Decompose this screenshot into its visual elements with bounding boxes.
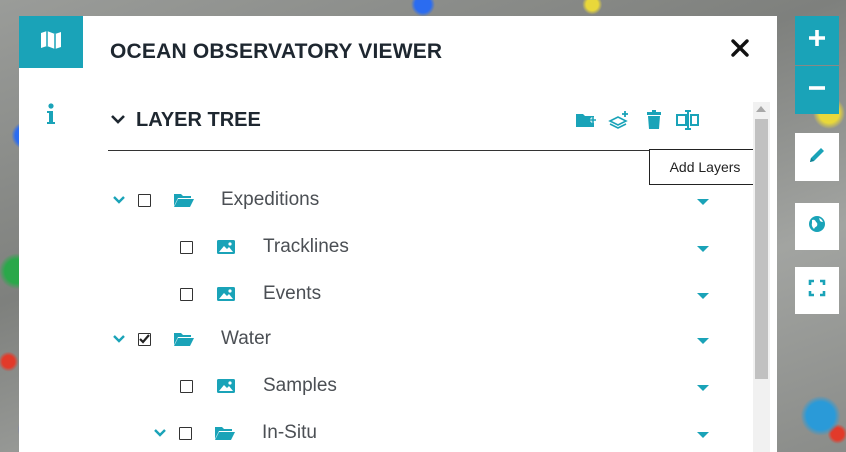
side-rail [19, 16, 83, 452]
zoom-in-button[interactable] [795, 16, 839, 65]
folder-open-icon [173, 330, 195, 348]
row-menu-caret[interactable] [697, 338, 709, 344]
tree-row-label: In-Situ [262, 422, 317, 443]
info-icon [46, 102, 56, 130]
chevron-down-icon [110, 112, 126, 130]
fullscreen-button[interactable] [795, 267, 839, 314]
fullscreen-icon [808, 279, 826, 302]
globe-icon [807, 214, 827, 239]
tree-row-label: Tracklines [263, 236, 349, 257]
pencil-icon [807, 145, 827, 170]
tree-row-label: Samples [263, 375, 337, 396]
zoom-out-button[interactable] [795, 66, 839, 114]
scroll-thumb[interactable] [755, 119, 768, 379]
zoom-in-icon [807, 28, 827, 53]
layer-panel: OCEAN OBSERVATORY VIEWER LAYER TREE Add … [83, 16, 777, 452]
tree-row-events[interactable]: Events [180, 279, 321, 309]
image-layer-icon [215, 285, 237, 303]
chevron-down-icon[interactable] [110, 330, 128, 348]
image-layer-icon [215, 238, 237, 256]
folder-open-icon [214, 424, 236, 442]
layer-checkbox-checked[interactable] [138, 332, 151, 346]
tree-row-in-situ[interactable]: In-Situ [151, 418, 317, 448]
panel-title: OCEAN OBSERVATORY VIEWER [110, 40, 443, 63]
tree-scrollbar[interactable] [753, 102, 770, 452]
tree-row-expeditions[interactable]: Expeditions [110, 185, 319, 215]
layer-checkbox[interactable] [180, 240, 193, 254]
layer-checkbox[interactable] [179, 426, 192, 440]
layer-checkbox[interactable] [180, 379, 193, 393]
row-menu-caret[interactable] [697, 199, 709, 205]
tree-row-label: Events [263, 283, 322, 304]
rail-map-button[interactable] [19, 16, 83, 68]
rename-icon[interactable] [676, 108, 700, 132]
close-button[interactable] [726, 36, 754, 64]
folder-open-icon [173, 191, 195, 209]
layer-tree-title: LAYER TREE [136, 109, 261, 131]
map-icon [40, 30, 62, 55]
image-layer-icon [215, 377, 237, 395]
tree-row-label: Expeditions [221, 189, 320, 210]
draw-button[interactable] [795, 133, 839, 181]
add-layers-tooltip: Add Layers [649, 149, 761, 185]
tree-row-tracklines[interactable]: Tracklines [180, 232, 349, 262]
trash-icon[interactable] [642, 108, 666, 132]
row-menu-caret[interactable] [697, 246, 709, 252]
rail-info-button[interactable] [19, 96, 83, 136]
zoom-out-icon [807, 78, 827, 103]
scroll-up-arrow[interactable] [756, 106, 766, 112]
globe-button[interactable] [795, 203, 839, 250]
tree-row-samples[interactable]: Samples [180, 371, 337, 401]
layer-checkbox[interactable] [138, 193, 151, 207]
tree-row-water[interactable]: Water [110, 324, 271, 354]
close-icon [731, 38, 749, 62]
row-menu-caret[interactable] [697, 385, 709, 391]
layer-checkbox[interactable] [180, 287, 193, 301]
chevron-down-icon[interactable] [110, 191, 128, 209]
add-folder-icon[interactable] [574, 108, 598, 132]
row-menu-caret[interactable] [697, 432, 709, 438]
layer-tree-toolbar [574, 108, 700, 132]
chevron-down-icon[interactable] [151, 424, 169, 442]
header-divider [108, 150, 733, 151]
add-layers-icon[interactable] [608, 108, 632, 132]
tree-row-label: Water [221, 328, 271, 349]
layer-tree-header[interactable]: LAYER TREE [110, 109, 261, 132]
row-menu-caret[interactable] [697, 293, 709, 299]
